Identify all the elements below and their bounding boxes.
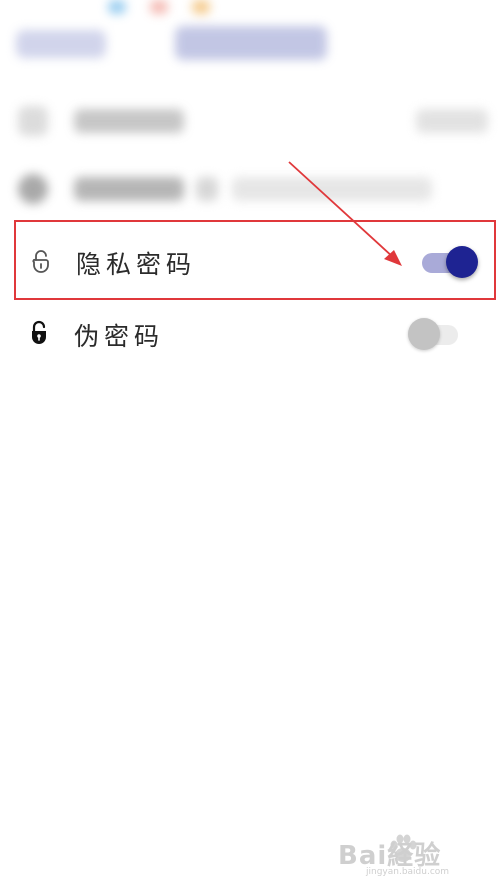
fake-password-label: 伪密码 bbox=[74, 322, 165, 351]
blurred-setting-row[interactable] bbox=[18, 165, 488, 213]
fake-password-toggle[interactable] bbox=[408, 318, 462, 350]
privacy-password-label: 隐私密码 bbox=[76, 250, 197, 279]
status-bar-icons bbox=[108, 0, 210, 14]
toggle-knob bbox=[408, 318, 440, 350]
privacy-password-toggle[interactable] bbox=[422, 246, 478, 278]
back-button[interactable] bbox=[16, 30, 106, 58]
watermark-url: jingyan.baidu.com bbox=[366, 867, 450, 877]
blurred-header-area bbox=[0, 0, 500, 215]
settings-screen: 隐私密码 伪密码 Bai経验 jingyan.baidu.com bbox=[0, 0, 500, 889]
setting-row-privacy-password[interactable]: 隐私密码 bbox=[14, 220, 496, 300]
blurred-setting-row[interactable] bbox=[18, 97, 488, 145]
toggle-knob bbox=[446, 246, 478, 278]
baidu-jingyan-watermark: Bai経验 jingyan.baidu.com bbox=[326, 829, 476, 879]
unlocked-padlock-filled-icon bbox=[32, 320, 46, 344]
page-title bbox=[175, 26, 327, 60]
setting-row-fake-password[interactable]: 伪密码 bbox=[14, 302, 496, 366]
unlocked-padlock-outline-icon bbox=[32, 250, 49, 273]
